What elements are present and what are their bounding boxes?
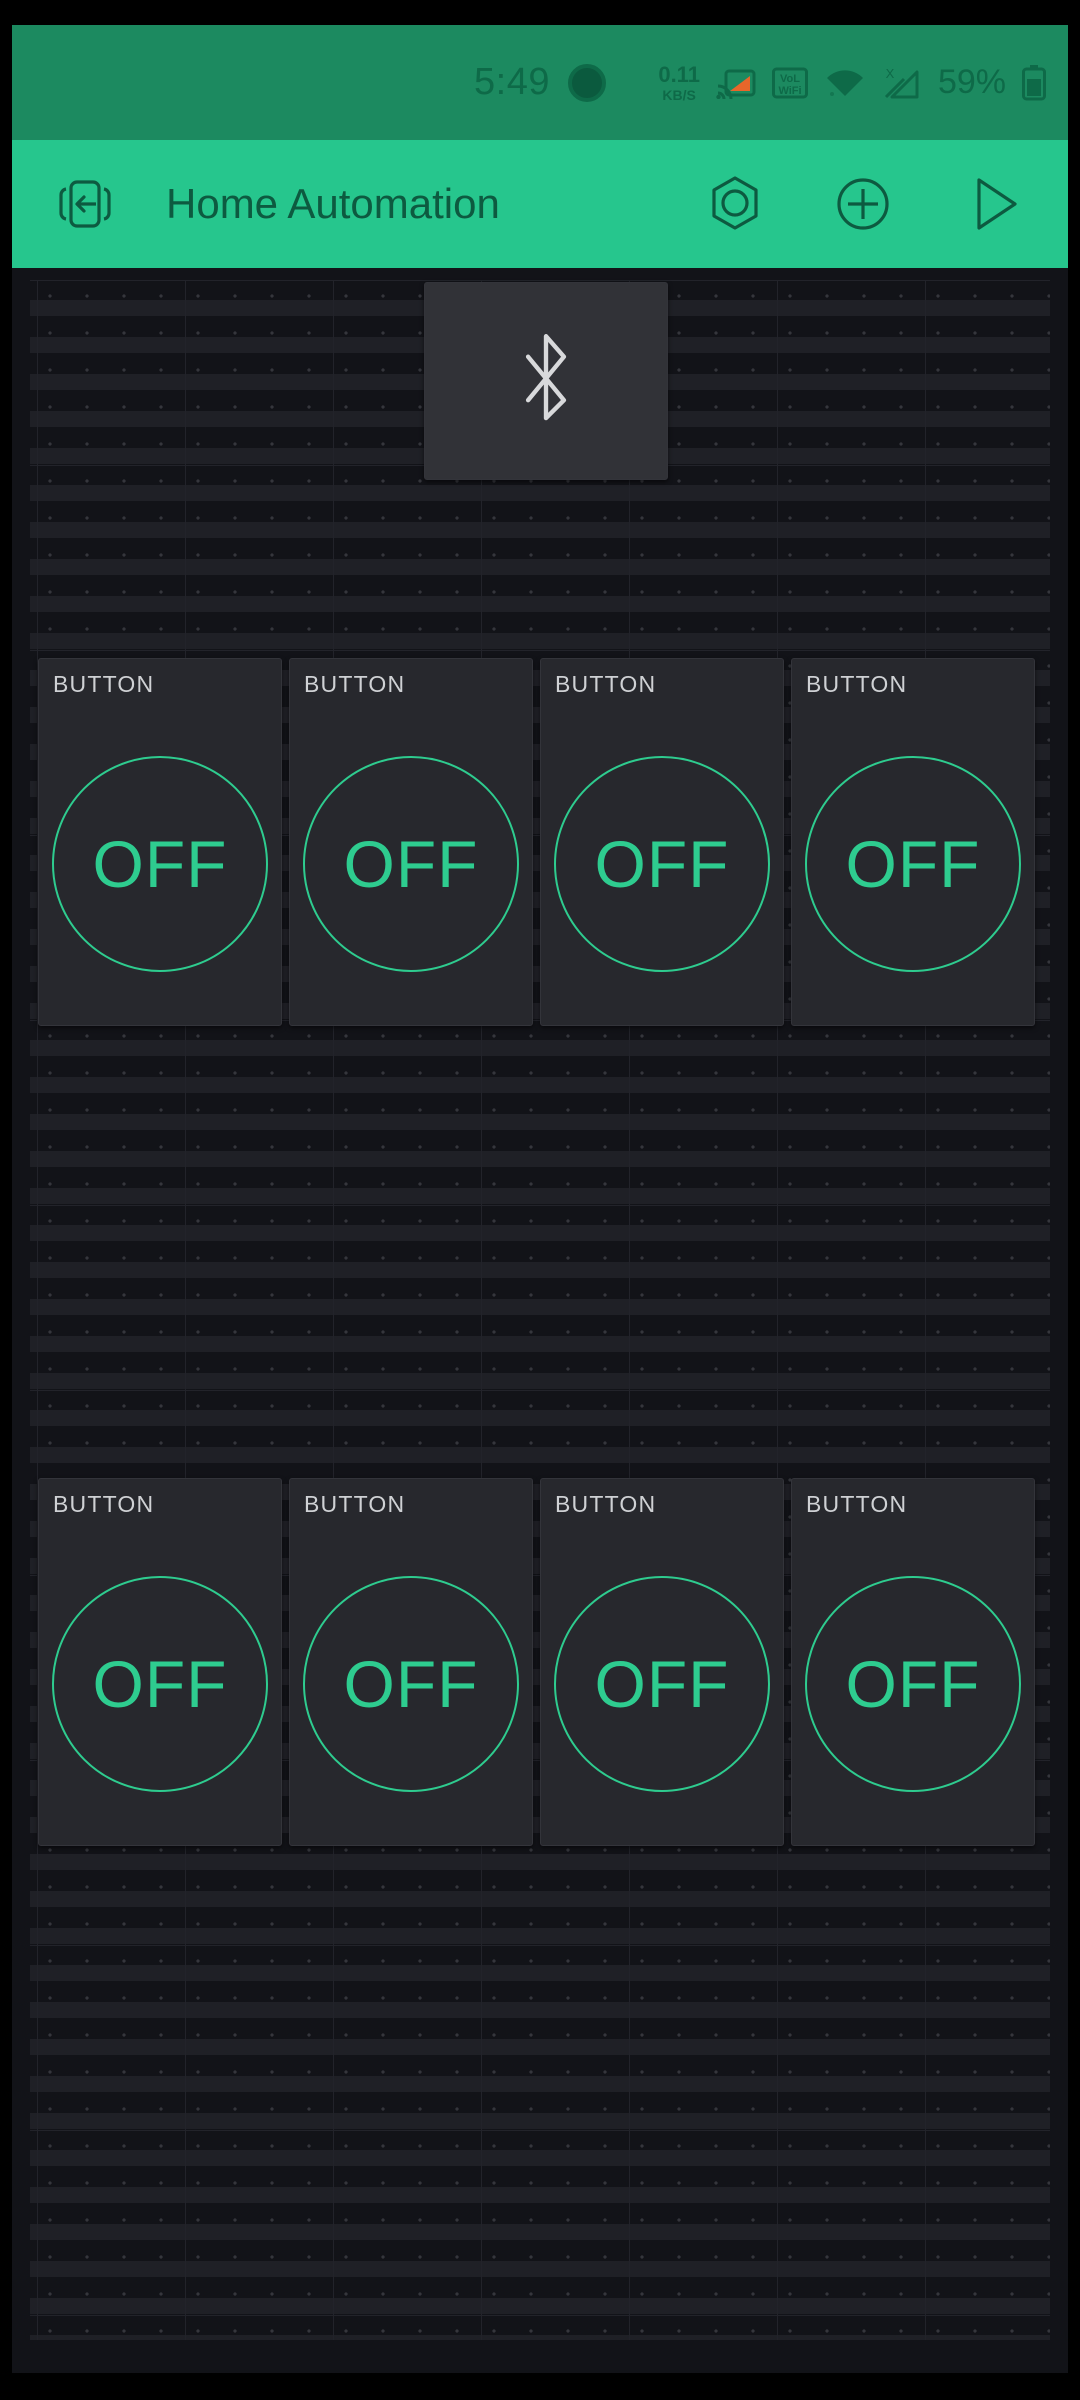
button-state: OFF (845, 826, 981, 901)
widget-canvas[interactable]: BUTTON OFF BUTTON OFF BUTTON OFF BUTTON (12, 280, 1068, 2373)
battery-icon (1022, 64, 1046, 100)
volte-wifi-icon: VoL WiFi (771, 67, 808, 98)
widget-label: BUTTON (53, 1491, 155, 1517)
widget-button[interactable]: BUTTON OFF (791, 1478, 1035, 1846)
widget-bluetooth[interactable] (424, 282, 668, 480)
wifi-icon (826, 69, 863, 96)
svg-text:WiFi: WiFi (778, 85, 801, 97)
toggle-button[interactable]: OFF (554, 1575, 770, 1792)
plus-circle-icon[interactable] (824, 165, 902, 243)
svg-text:X: X (886, 66, 895, 81)
toggle-button[interactable]: OFF (52, 755, 268, 972)
toggle-button[interactable]: OFF (805, 755, 1021, 972)
camera-punch-hole-icon (567, 63, 606, 102)
widget-label: BUTTON (806, 1491, 908, 1517)
network-speed-unit: KB/S (662, 86, 696, 103)
widget-button[interactable]: BUTTON OFF (791, 658, 1035, 1026)
widget-label: BUTTON (304, 1491, 406, 1517)
widget-button[interactable]: BUTTON OFF (289, 658, 533, 1026)
app-bar: Home Automation (12, 140, 1068, 268)
hex-nut-settings-icon[interactable] (696, 165, 774, 243)
toggle-button[interactable]: OFF (303, 1575, 519, 1792)
toggle-button[interactable]: OFF (805, 1575, 1021, 1792)
button-state: OFF (594, 1646, 730, 1721)
widget-button[interactable]: BUTTON OFF (289, 1478, 533, 1846)
status-bar-right: 0.11 KB/S VoL WiFi X 59% (658, 63, 1046, 102)
button-state: OFF (343, 826, 479, 901)
cast-screen-icon (716, 69, 756, 99)
widget-button[interactable]: BUTTON OFF (540, 1478, 784, 1846)
grid-cell-borders (30, 280, 1050, 2340)
network-speed-indicator: 0.11 KB/S (658, 61, 700, 103)
mobile-signal-x-icon: X (884, 66, 919, 98)
widget-button[interactable]: BUTTON OFF (38, 1478, 282, 1846)
widget-button[interactable]: BUTTON OFF (540, 658, 784, 1026)
widget-label: BUTTON (555, 1491, 657, 1517)
grid-dash-pattern (30, 280, 1050, 2340)
toggle-button[interactable]: OFF (303, 755, 519, 972)
bluetooth-icon (525, 334, 567, 421)
exit-app-icon[interactable] (46, 165, 124, 243)
toggle-button[interactable]: OFF (52, 1575, 268, 1792)
button-state: OFF (594, 826, 730, 901)
app-bar-actions (696, 165, 1030, 243)
svg-text:VoL: VoL (780, 73, 800, 85)
phone-screen: 5:49 0.11 KB/S VoL WiFi X 59% Home Autom… (12, 25, 1068, 2373)
widget-button[interactable]: BUTTON OFF (38, 658, 282, 1026)
widget-label: BUTTON (53, 671, 155, 697)
widget-label: BUTTON (806, 671, 908, 697)
play-triangle-icon[interactable] (952, 165, 1030, 243)
design-grid: BUTTON OFF BUTTON OFF BUTTON OFF BUTTON (30, 280, 1050, 2340)
network-speed-value: 0.11 (658, 61, 700, 87)
button-state: OFF (845, 1646, 981, 1721)
page-title: Home Automation (166, 180, 500, 227)
button-state: OFF (92, 826, 228, 901)
toggle-button[interactable]: OFF (554, 755, 770, 972)
widget-label: BUTTON (555, 671, 657, 697)
button-state: OFF (343, 1646, 479, 1721)
battery-percent-label: 59% (937, 63, 1006, 101)
status-bar: 5:49 0.11 KB/S VoL WiFi X 59% (12, 25, 1068, 140)
status-bar-clock: 5:49 (474, 61, 550, 103)
button-state: OFF (92, 1646, 228, 1721)
widget-label: BUTTON (304, 671, 406, 697)
phone-frame: 5:49 0.11 KB/S VoL WiFi X 59% Home Autom… (0, 0, 1080, 2400)
